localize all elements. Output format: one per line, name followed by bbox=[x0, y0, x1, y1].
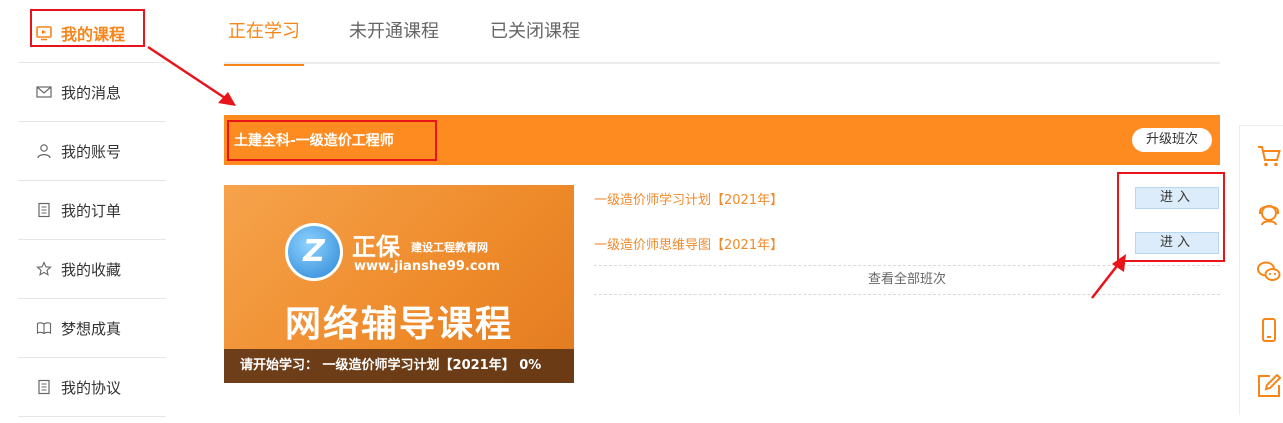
plan-link[interactable]: 一级造价师思维导图【2021年】 bbox=[594, 234, 783, 253]
document-icon bbox=[36, 379, 52, 395]
support-icon[interactable] bbox=[1256, 201, 1282, 227]
sidebar-item-label: 我的消息 bbox=[61, 83, 122, 102]
sidebar-item-label: 梦想成真 bbox=[61, 319, 122, 338]
user-icon bbox=[36, 143, 52, 159]
sidebar-item-label: 我的协议 bbox=[61, 378, 122, 397]
mail-icon bbox=[36, 84, 52, 100]
learning-status-bar[interactable]: 请开始学习： 一级造价师学习计划【2021年】 0% bbox=[224, 349, 574, 383]
annotation-box-my-courses bbox=[30, 9, 145, 47]
annotation-box-enter-buttons bbox=[1117, 172, 1225, 262]
plan-link[interactable]: 一级造价师学习计划【2021年】 bbox=[594, 189, 783, 208]
sidebar-item-agreements[interactable]: 我的协议 bbox=[18, 358, 166, 417]
annotation-box-course-title bbox=[227, 120, 437, 161]
sidebar-item-label: 我的订单 bbox=[61, 201, 122, 220]
brand-logo-icon: Z bbox=[285, 223, 343, 281]
tab-not-activated[interactable]: 未开通课程 bbox=[349, 0, 439, 64]
sidebar-item-dreams[interactable]: 梦想成真 bbox=[18, 299, 166, 358]
mobile-icon[interactable] bbox=[1256, 317, 1282, 343]
brand-url: www.jianshe99.com bbox=[354, 259, 501, 274]
cart-icon[interactable] bbox=[1256, 143, 1282, 169]
star-icon bbox=[36, 261, 52, 277]
tab-learning[interactable]: 正在学习 bbox=[224, 0, 304, 66]
sidebar-item-orders[interactable]: 我的订单 bbox=[18, 181, 166, 240]
floating-toolbar bbox=[1239, 125, 1283, 415]
tab-closed[interactable]: 已关闭课程 bbox=[490, 0, 580, 64]
brand-subtitle: 建设工程教育网 bbox=[411, 241, 488, 254]
upgrade-class-button[interactable]: 升级班次 bbox=[1131, 128, 1212, 152]
course-cover-image[interactable]: Z 正保 建设工程教育网 www.jianshe99.com 网络辅导课程 请开… bbox=[224, 185, 574, 383]
view-all-classes-link[interactable]: 查看全部班次 bbox=[594, 265, 1220, 295]
edit-icon[interactable] bbox=[1256, 373, 1282, 399]
sidebar-item-messages[interactable]: 我的消息 bbox=[18, 63, 166, 122]
sidebar-item-label: 我的收藏 bbox=[61, 260, 122, 279]
brand-name: 正保 bbox=[352, 233, 400, 261]
sidebar: 我的课程 我的消息 我的账号 我的订单 我的收藏 梦想成真 我的协议 bbox=[18, 4, 166, 417]
document-icon bbox=[36, 202, 52, 218]
course-tabs: 正在学习 未开通课程 已关闭课程 bbox=[224, 0, 1220, 66]
cover-headline: 网络辅导课程 bbox=[284, 304, 513, 345]
book-icon bbox=[36, 320, 52, 336]
sidebar-item-account[interactable]: 我的账号 bbox=[18, 122, 166, 181]
sidebar-item-favorites[interactable]: 我的收藏 bbox=[18, 240, 166, 299]
wechat-icon[interactable] bbox=[1256, 259, 1282, 285]
sidebar-item-label: 我的账号 bbox=[61, 142, 122, 161]
